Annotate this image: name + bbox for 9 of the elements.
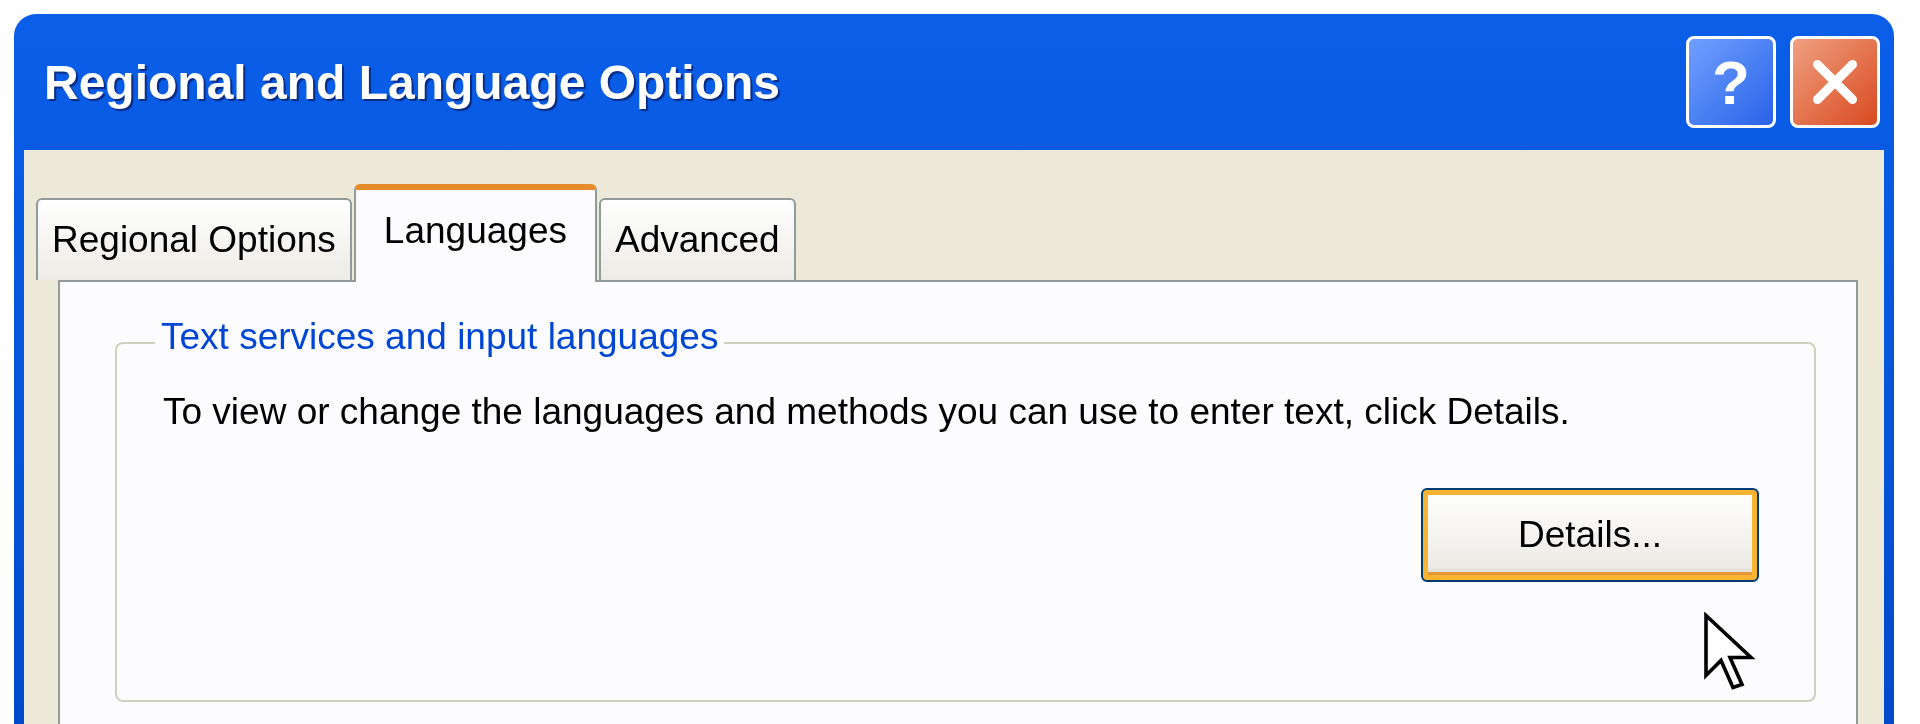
tab[interactable]: Regional Options (36, 198, 352, 280)
close-icon (1810, 57, 1860, 107)
window-title: Regional and Language Options (44, 54, 782, 110)
close-button[interactable] (1790, 36, 1880, 128)
details-button[interactable]: Details... (1421, 488, 1759, 582)
tab[interactable]: Advanced (598, 198, 796, 280)
help-button[interactable]: ? (1686, 36, 1776, 128)
tab[interactable]: Languages (353, 184, 597, 282)
description: To view or change the languages and methods you can use to enter text, click Details. (163, 390, 1571, 434)
